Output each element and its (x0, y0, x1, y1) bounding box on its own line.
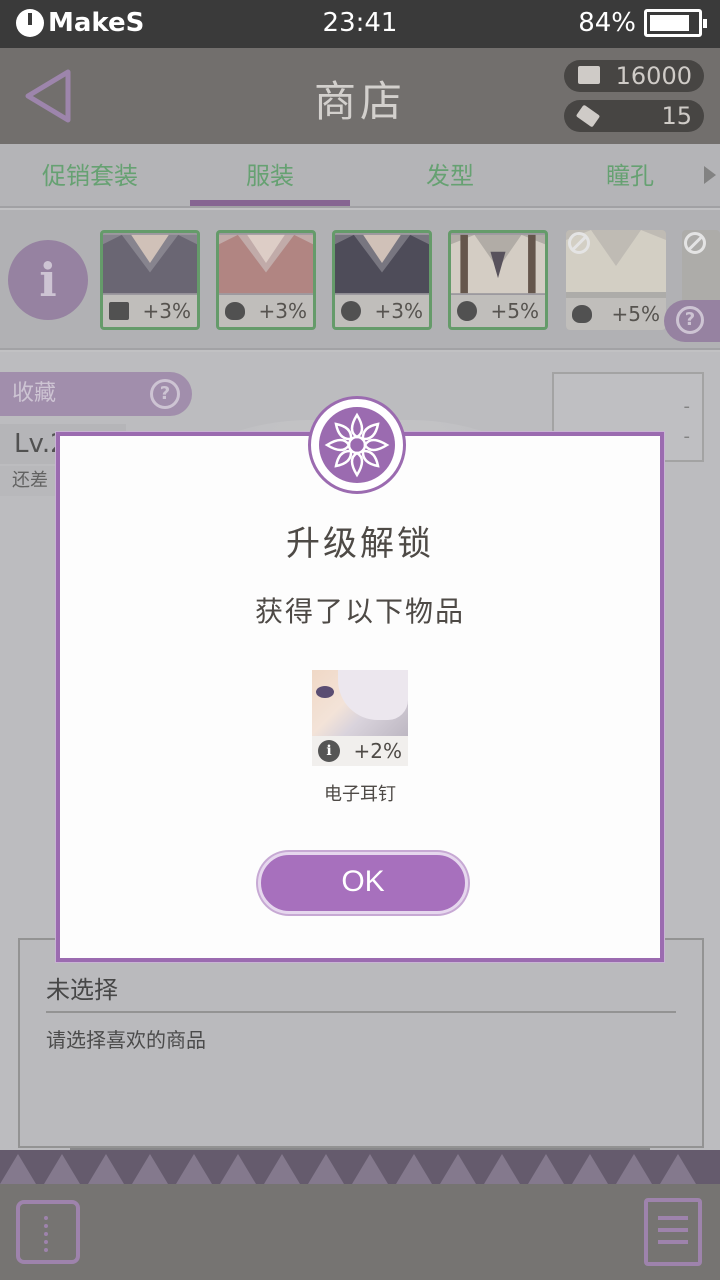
reward-item: i +2% (312, 670, 408, 766)
reward-bonus: +2% (353, 739, 403, 763)
ok-button[interactable]: OK (258, 852, 468, 914)
dialog-subtitle: 获得了以下物品 (254, 595, 465, 628)
info-icon: i (318, 740, 340, 762)
dialog-title: 升级解锁 (286, 524, 434, 564)
unlock-dialog: 升级解锁 获得了以下物品 i +2% 电子耳钉 OK (56, 432, 664, 962)
flower-emblem-icon (308, 396, 406, 494)
status-bar: MakeS 23:41 84% (0, 0, 720, 48)
battery-percent: 84% (578, 8, 636, 38)
reward-name: 电子耳钉 (324, 784, 396, 805)
battery-icon (644, 9, 707, 37)
status-right: 84% (578, 8, 707, 38)
